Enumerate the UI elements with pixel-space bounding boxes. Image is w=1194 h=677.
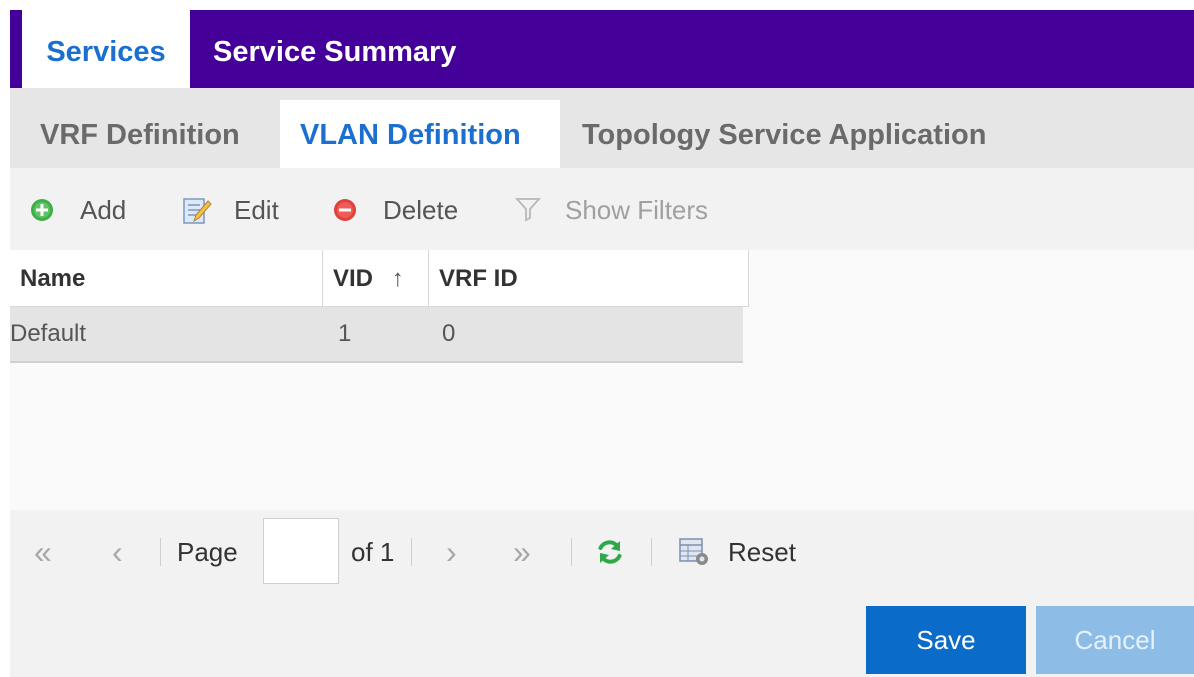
sort-ascending-icon: ↑ [391,265,404,292]
dialog-footer: Save Cancel [10,593,1194,677]
top-tab-bar: Services Service Summary [10,10,1194,88]
delete-label: Delete [383,195,459,225]
refresh-icon[interactable] [596,538,624,566]
next-page-button[interactable]: › [446,510,457,593]
add-icon [31,199,53,221]
save-button[interactable]: Save [866,606,1026,674]
tab-vlan-definition[interactable]: VLAN Definition [280,100,560,168]
cancel-button[interactable]: Cancel [1036,606,1194,674]
show-filters-button[interactable]: Show Filters [515,168,725,250]
cell-vid: 1 [338,320,352,347]
cell-name: Default [10,320,87,347]
vlan-grid: Name VID ↑ VRF ID Default 1 0 [10,250,1194,510]
add-button[interactable]: Add [30,168,140,250]
delete-icon [334,199,356,221]
page-number-input[interactable] [263,518,339,584]
tab-topology-service-application[interactable]: Topology Service Application [562,100,1006,168]
prev-page-button[interactable]: ‹ [112,510,123,593]
page-label: Page [177,537,238,567]
separator [411,538,412,566]
first-page-button[interactable]: « [34,510,52,593]
toolbar: Add Edit Delete Show Filters [10,168,1194,250]
column-header-name[interactable]: Name [10,250,322,306]
tab-vrf-definition[interactable]: VRF Definition [20,100,260,168]
edit-icon [183,198,212,224]
page-of-label: of 1 [351,537,395,567]
separator [571,538,572,566]
tab-service-summary[interactable]: Service Summary [213,10,456,88]
edit-label: Edit [234,195,279,225]
edit-button[interactable]: Edit [182,168,292,250]
last-page-button[interactable]: » [513,510,531,593]
add-label: Add [80,195,127,225]
show-filters-label: Show Filters [565,195,709,225]
separator [651,538,652,566]
pagination-bar: « ‹ Page of 1 › » Reset [10,510,1194,593]
filter-icon [515,198,541,222]
tab-services[interactable]: Services [22,10,190,88]
grid-header: Name VID ↑ VRF ID [10,250,749,307]
reset-button[interactable]: Reset [678,510,818,593]
table-row[interactable]: Default 1 0 [10,307,743,363]
reset-label: Reset [728,537,796,567]
sub-tab-bar: VRF Definition VLAN Definition Topology … [10,88,1194,168]
separator [160,538,161,566]
column-header-vrf-id[interactable]: VRF ID [428,250,748,306]
reset-grid-icon [679,538,708,565]
cell-vrf-id: 0 [442,320,456,347]
column-header-vid-label: VID [333,265,374,292]
column-header-vid[interactable]: VID ↑ [322,250,428,306]
delete-button[interactable]: Delete [333,168,473,250]
